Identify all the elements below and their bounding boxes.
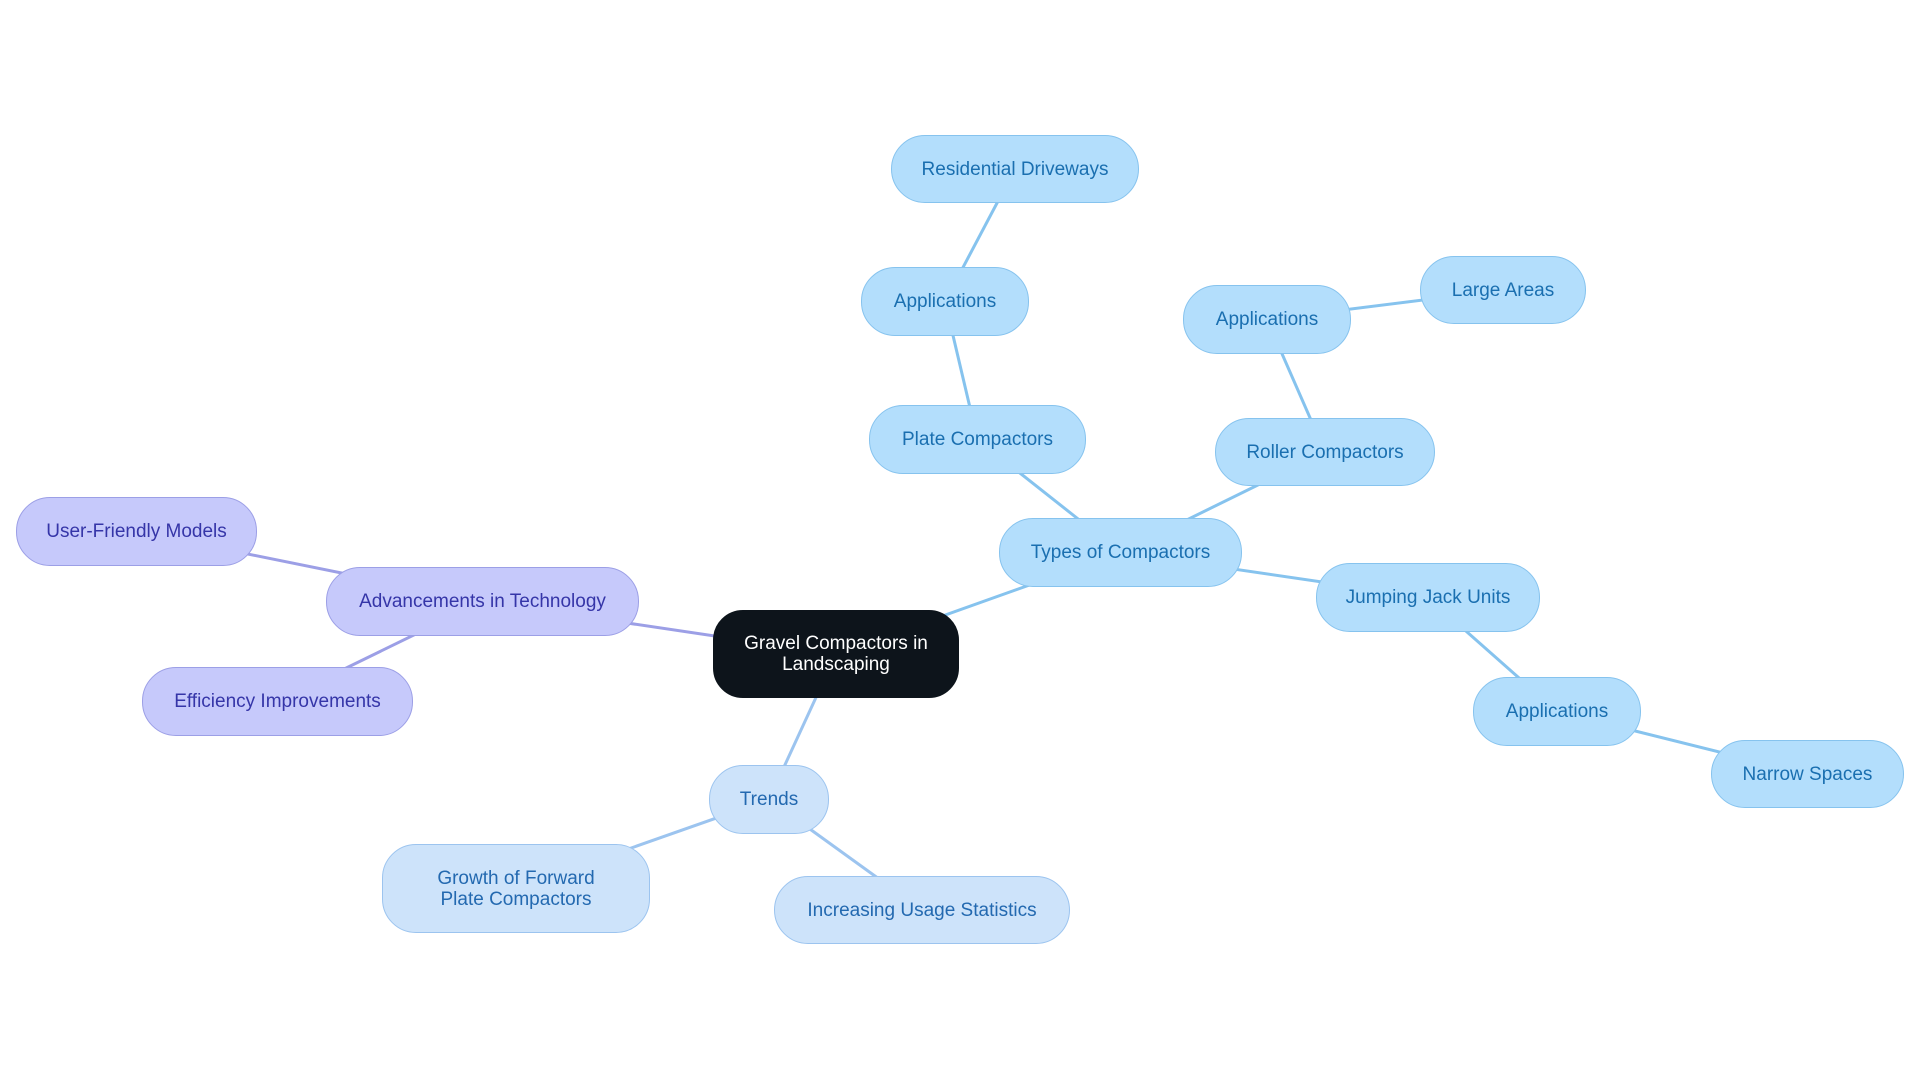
node-roller-applications[interactable]: Applications xyxy=(1183,285,1351,354)
node-efficiency-improvements[interactable]: Efficiency Improvements xyxy=(142,667,413,736)
node-plate-applications[interactable]: Applications xyxy=(861,267,1029,336)
root-node[interactable]: Gravel Compactors in Landscaping xyxy=(713,610,959,698)
node-advancements-in-technology[interactable]: Advancements in Technology xyxy=(326,567,639,636)
node-jumping-applications[interactable]: Applications xyxy=(1473,677,1641,746)
node-jumping-jack-units[interactable]: Jumping Jack Units xyxy=(1316,563,1540,632)
node-plate-compactors[interactable]: Plate Compactors xyxy=(869,405,1086,474)
node-types-of-compactors[interactable]: Types of Compactors xyxy=(999,518,1242,587)
node-user-friendly-models[interactable]: User-Friendly Models xyxy=(16,497,257,566)
node-increasing-usage-statistics[interactable]: Increasing Usage Statistics xyxy=(774,876,1070,944)
node-roller-compactors[interactable]: Roller Compactors xyxy=(1215,418,1435,486)
node-narrow-spaces[interactable]: Narrow Spaces xyxy=(1711,740,1904,808)
node-trends[interactable]: Trends xyxy=(709,765,829,834)
node-large-areas[interactable]: Large Areas xyxy=(1420,256,1586,324)
node-growth-of-forward-plate-compactors[interactable]: Growth of Forward Plate Compactors xyxy=(382,844,650,933)
node-residential-driveways[interactable]: Residential Driveways xyxy=(891,135,1139,203)
